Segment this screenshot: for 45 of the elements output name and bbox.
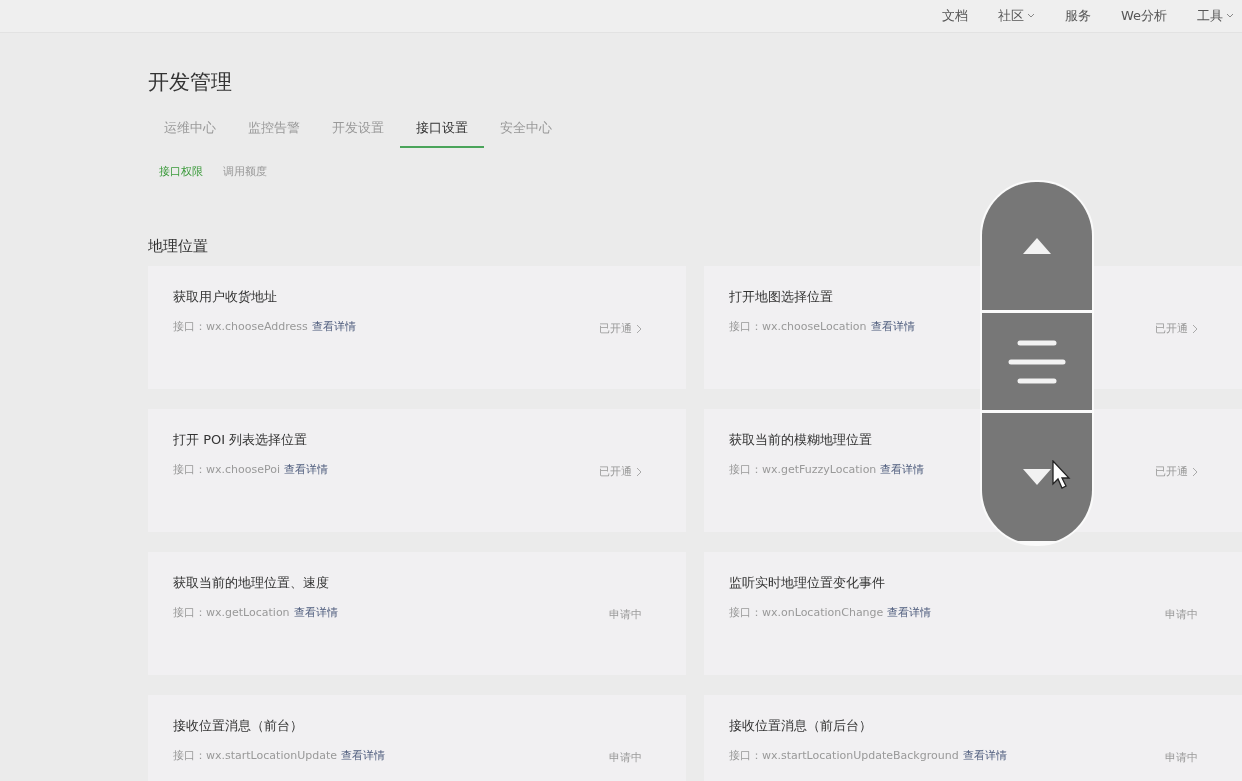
api-name: 接口：wx.choosePoi	[173, 463, 280, 476]
chevron-right-icon	[636, 466, 642, 477]
scroll-down-button[interactable]	[982, 413, 1092, 541]
api-name: 接口：wx.chooseAddress	[173, 320, 308, 333]
chevron-right-icon	[1192, 466, 1198, 477]
api-name: 接口：wx.getLocation	[173, 606, 290, 619]
nav-link[interactable]: 服务	[1064, 7, 1091, 25]
chevron-right-icon	[636, 323, 642, 334]
nav-link[interactable]: 文档	[941, 7, 968, 25]
api-title: 接收位置消息（前台）	[173, 717, 304, 735]
section-title: 地理位置	[148, 237, 208, 256]
details-link[interactable]: 查看详情	[887, 606, 932, 619]
menu-button[interactable]	[982, 313, 1092, 410]
api-title: 获取当前的地理位置、速度	[173, 574, 330, 592]
details-link[interactable]: 查看详情	[880, 463, 925, 476]
down-triangle-icon	[1022, 468, 1052, 486]
api-name: 接口：wx.chooseLocation	[729, 320, 867, 333]
api-title: 打开 POI 列表选择位置	[173, 431, 309, 449]
api-title: 获取当前的模糊地理位置	[729, 431, 873, 449]
caret-icon	[1026, 13, 1035, 19]
menu-icon	[1007, 338, 1067, 385]
up-triangle-icon	[1022, 237, 1052, 255]
nav-link[interactable]: We分析	[1120, 7, 1167, 25]
details-link[interactable]: 查看详情	[870, 320, 915, 333]
api-title: 接收位置消息（前后台）	[729, 717, 873, 735]
details-link[interactable]: 查看详情	[962, 749, 1007, 762]
nav-link[interactable]: 工具	[1197, 7, 1234, 25]
api-title: 监听实时地理位置变化事件	[729, 574, 886, 592]
mouse-cursor-icon	[1052, 460, 1072, 490]
api-name: 接口：wx.startLocationUpdateBackground	[729, 749, 959, 762]
chevron-right-icon	[1192, 323, 1198, 334]
details-link[interactable]: 查看详情	[341, 749, 385, 762]
tab[interactable]: 接口设置	[400, 119, 484, 148]
api-title: 获取用户收货地址	[173, 288, 278, 306]
details-link[interactable]: 查看详情	[293, 606, 338, 619]
details-link[interactable]: 查看详情	[311, 320, 356, 333]
nav-link[interactable]: 社区	[997, 7, 1035, 25]
page-title: 开发管理	[148, 69, 233, 96]
scroll-up-button[interactable]	[982, 182, 1092, 310]
details-link[interactable]: 查看详情	[284, 463, 328, 476]
api-name: 接口：wx.startLocationUpdate	[173, 749, 337, 762]
api-title: 打开地图选择位置	[729, 288, 834, 306]
caret-icon	[1226, 13, 1234, 19]
api-name: 接口：wx.getFuzzyLocation	[729, 463, 877, 476]
api-name: 接口：wx.onLocationChange	[729, 606, 884, 619]
